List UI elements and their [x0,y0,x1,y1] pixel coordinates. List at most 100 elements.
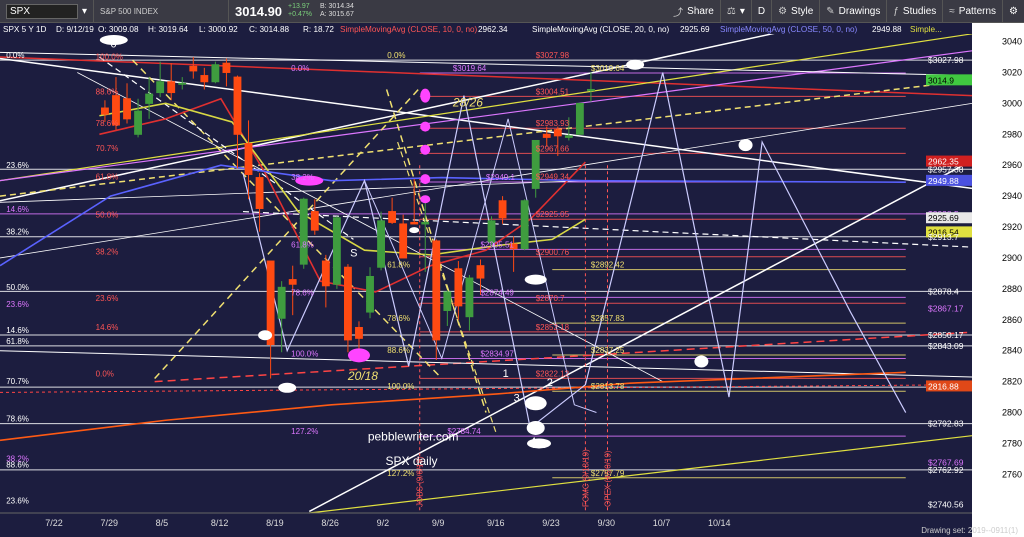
y-tick-label: 2960 [1002,160,1022,170]
level-label: $2837.25 [591,346,625,355]
price-tag: $2740.56 [928,499,964,509]
level-label: $2870.7 [536,294,565,303]
drawings-button[interactable]: ✎ Drawings [820,0,888,22]
fib-label: 61.8% [291,240,314,249]
level-label: $2905.51 [480,240,514,249]
status-line-item: Simple... [910,25,942,34]
fib-label: 70.7% [96,144,119,153]
symbol-input[interactable] [6,3,78,19]
watermark-title: SPX daily [385,454,437,468]
thinkorswim-chart-window: ▾ S&P 500 INDEX 3014.90 +13.97 +0.47% B:… [0,0,1024,537]
y-tick-label: 2940 [1002,191,1022,201]
price-tag: 2949.88 [928,176,959,186]
last-price: 3014.90 [235,3,283,19]
candle-body [454,268,463,307]
chart-annotation: 2 [547,377,553,389]
x-tick-label: 7/22 [45,518,63,528]
period-label: D [757,5,766,17]
price-tag: $2957.38 [928,164,964,174]
fib-label: 100.0% [96,53,123,62]
marker-ellipse [738,139,753,152]
price-chart[interactable]: JOBS (9/6/19) FOMC (9/18/19) OPEX (9/20/19… [0,23,1024,537]
fib-label: 23.6% [96,294,119,303]
fib-label: 127.2% [387,469,414,478]
x-tick-label: 9/9 [432,518,445,528]
status-line-item: 2925.69 [680,25,710,34]
level-label: $3019.64 [453,64,487,73]
candle-body [344,266,352,341]
chart-annotation: S [350,247,357,259]
patterns-label: Patterns [958,5,997,17]
price-tag: 3014.9 [928,75,954,85]
candle-body [332,217,341,285]
level-label: $2949.34 [536,173,570,182]
fib-label: 50.0% [96,210,119,219]
y-tick-label: 2880 [1002,284,1022,294]
period-button[interactable]: D [752,0,773,22]
patterns-button[interactable]: ≈ Patterns [943,0,1004,22]
marker-ellipse [278,382,297,393]
fib-label: 0.0% [96,370,114,379]
instrument-name: S&P 500 INDEX [94,0,230,22]
level-label: $2834.97 [480,349,514,358]
status-line-item: SimpleMovingAvg (CLOSE, 50, 0, no) [720,25,858,34]
price-tag: $2792.83 [928,419,964,429]
level-label: $2757.79 [591,469,625,478]
x-tick-label: 9/16 [487,518,505,528]
dropdown-icon[interactable]: ▾ [82,6,87,17]
quote-detail: +13.97 +0.47% [288,3,312,19]
style-icon: ⚙ [778,5,788,17]
fib-label: 0.0% [387,51,405,60]
share-button[interactable]: ⤴ Share [667,0,721,22]
share-label: Share [687,5,714,17]
price-tag: $2762.92 [928,465,964,475]
fib-label: 23.6% [6,161,29,170]
candle-body [498,200,507,219]
candle-body [244,143,253,175]
y-tick-label: 3020 [1002,67,1022,77]
candle-body [101,107,109,115]
fib-label: 78.6% [387,314,410,323]
candle-body [443,291,452,312]
style-button[interactable]: ⚙ Style [772,0,821,22]
fib-label: 23.6% [6,300,29,309]
fib-label: 14.6% [6,326,29,335]
fib-label: 127.2% [291,427,318,436]
chart-annotation: 3 [514,393,520,405]
candle-body [288,279,297,285]
chart-annotation: 28/26 [452,95,483,109]
y-tick-label: 2800 [1002,408,1022,418]
fib-label: 38.2% [291,173,314,182]
studies-icon: ƒ [893,5,899,17]
level-label: $2852.18 [536,323,570,332]
fib-label: 88.6% [6,461,29,470]
level-label: $2949.1 [486,173,515,182]
candle-body [145,93,154,104]
candle-body [134,110,142,135]
candle-body [377,220,385,268]
candle-body [388,211,397,223]
candle-body [299,198,308,265]
price-tag: $3027.98 [928,55,964,65]
x-tick-label: 9/2 [377,518,390,528]
candle-body [564,135,573,138]
fib-label: 38.2% [6,227,29,236]
patterns-icon: ≈ [949,5,955,17]
price-tag: 2816.88 [928,381,959,391]
marker-ellipse [420,88,431,103]
settings-button[interactable]: ⚙ [1003,0,1024,22]
studies-button[interactable]: ƒ Studies [887,0,944,22]
ask: A: 3015.67 [319,11,354,18]
fib-label: 88.6% [96,87,119,96]
candle-body [421,221,430,225]
candle-body [366,276,374,313]
level-label: $2983.93 [536,119,570,128]
candle-body [310,211,319,231]
toolbar: ▾ S&P 500 INDEX 3014.90 +13.97 +0.47% B:… [0,0,1024,23]
y-tick-label: 2860 [1002,315,1022,325]
fib-label: 61.8% [96,173,119,182]
candle-body [277,286,286,319]
fib-label: 50.0% [6,283,29,292]
flask-button[interactable]: ⚖ ▾ [721,0,752,22]
candle-body [123,98,131,120]
